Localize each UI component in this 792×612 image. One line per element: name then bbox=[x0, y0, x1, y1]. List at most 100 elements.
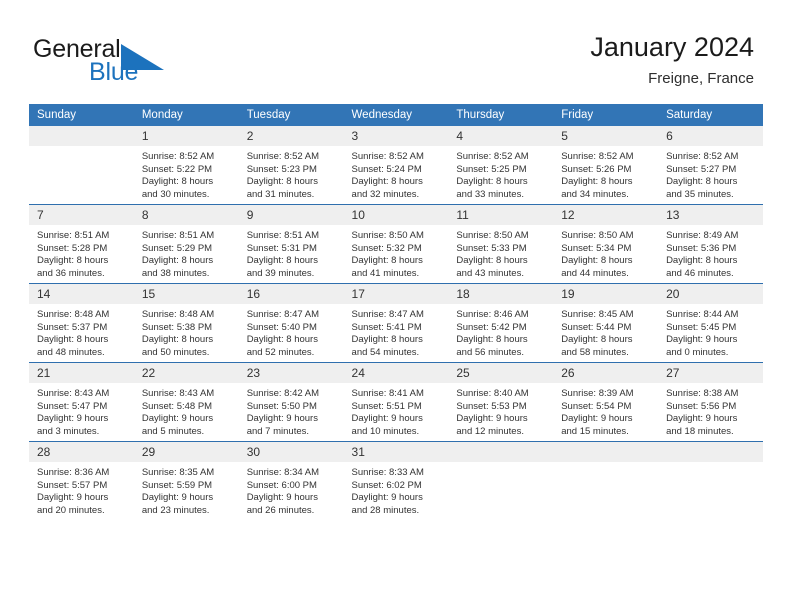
day-number: 14 bbox=[29, 284, 134, 304]
day-cell[interactable] bbox=[553, 441, 659, 520]
sunrise-text: Sunrise: 8:33 AM bbox=[351, 467, 424, 478]
daylight-text-line1: Daylight: 8 hours bbox=[561, 255, 633, 267]
day-cell[interactable]: 29 Sunrise: 8:35 AM Sunset: 5:59 PM Dayl… bbox=[133, 441, 239, 520]
sunset-text: Sunset: 6:02 PM bbox=[351, 479, 422, 491]
weekday-header-saturday: Saturday bbox=[658, 104, 763, 126]
day-cell[interactable]: 11 Sunrise: 8:50 AM Sunset: 5:33 PM Dayl… bbox=[448, 204, 554, 284]
day-cell[interactable]: 6 Sunrise: 8:52 AM Sunset: 5:27 PM Dayli… bbox=[658, 126, 763, 205]
day-cell[interactable]: 4 Sunrise: 8:52 AM Sunset: 5:25 PM Dayli… bbox=[448, 126, 554, 205]
day-cell[interactable]: 14 Sunrise: 8:48 AM Sunset: 5:37 PM Dayl… bbox=[29, 283, 134, 363]
day-cell[interactable] bbox=[448, 441, 554, 520]
daylight-text-line2: and 20 minutes. bbox=[37, 504, 105, 516]
sunset-text: Sunset: 5:26 PM bbox=[561, 163, 632, 175]
day-info: Sunrise: 8:52 AM Sunset: 5:27 PM Dayligh… bbox=[658, 146, 763, 204]
day-number bbox=[658, 442, 763, 462]
sunset-text: Sunset: 5:27 PM bbox=[666, 163, 737, 175]
day-number: 31 bbox=[343, 442, 449, 462]
daylight-text-line2: and 39 minutes. bbox=[246, 267, 315, 279]
sunset-text: Sunset: 5:22 PM bbox=[141, 163, 213, 175]
daylight-text-line2: and 54 minutes. bbox=[351, 346, 420, 358]
day-cell[interactable]: 23 Sunrise: 8:42 AM Sunset: 5:50 PM Dayl… bbox=[238, 362, 344, 442]
sunrise-text: Sunrise: 8:51 AM bbox=[37, 230, 110, 241]
day-cell[interactable] bbox=[29, 126, 134, 205]
day-cell[interactable]: 26 Sunrise: 8:39 AM Sunset: 5:54 PM Dayl… bbox=[553, 362, 659, 442]
sunset-text: Sunset: 5:37 PM bbox=[37, 321, 108, 333]
day-number: 6 bbox=[658, 126, 763, 146]
sunset-text: Sunset: 5:41 PM bbox=[351, 321, 422, 333]
day-cell[interactable]: 28 Sunrise: 8:36 AM Sunset: 5:57 PM Dayl… bbox=[29, 441, 134, 520]
sunrise-text: Sunrise: 8:39 AM bbox=[561, 388, 634, 399]
daylight-text-line2: and 38 minutes. bbox=[141, 267, 210, 279]
day-cell[interactable]: 5 Sunrise: 8:52 AM Sunset: 5:26 PM Dayli… bbox=[553, 126, 659, 205]
day-info: Sunrise: 8:48 AM Sunset: 5:38 PM Dayligh… bbox=[134, 304, 239, 362]
brand-logo[interactable]: General Blue bbox=[33, 35, 233, 91]
day-cell[interactable]: 13 Sunrise: 8:49 AM Sunset: 5:36 PM Dayl… bbox=[658, 204, 763, 284]
sunrise-text: Sunrise: 8:36 AM bbox=[37, 467, 110, 478]
day-cell[interactable]: 2 Sunrise: 8:52 AM Sunset: 5:23 PM Dayli… bbox=[238, 126, 344, 205]
day-cell[interactable]: 9 Sunrise: 8:51 AM Sunset: 5:31 PM Dayli… bbox=[238, 204, 344, 284]
sunrise-text: Sunrise: 8:47 AM bbox=[246, 309, 320, 320]
daylight-text-line1: Daylight: 8 hours bbox=[351, 334, 423, 346]
day-info: Sunrise: 8:51 AM Sunset: 5:28 PM Dayligh… bbox=[29, 225, 134, 283]
sunset-text: Sunset: 5:38 PM bbox=[141, 321, 213, 333]
sunrise-text: Sunrise: 8:43 AM bbox=[37, 388, 110, 399]
daylight-text-line2: and 58 minutes. bbox=[561, 346, 629, 358]
day-info: Sunrise: 8:50 AM Sunset: 5:34 PM Dayligh… bbox=[553, 225, 658, 283]
day-cell[interactable]: 31 Sunrise: 8:33 AM Sunset: 6:02 PM Dayl… bbox=[343, 441, 449, 520]
day-number: 29 bbox=[133, 442, 239, 462]
daylight-text-line2: and 23 minutes. bbox=[141, 504, 210, 516]
day-cell[interactable] bbox=[658, 441, 763, 520]
daylight-text-line2: and 35 minutes. bbox=[666, 188, 734, 200]
day-info: Sunrise: 8:52 AM Sunset: 5:24 PM Dayligh… bbox=[344, 146, 449, 204]
sunset-text: Sunset: 5:25 PM bbox=[456, 163, 527, 175]
daylight-text-line2: and 12 minutes. bbox=[456, 425, 524, 437]
day-cell[interactable]: 1 Sunrise: 8:52 AM Sunset: 5:22 PM Dayli… bbox=[133, 126, 239, 205]
daylight-text-line2: and 28 minutes. bbox=[351, 504, 420, 516]
day-cell[interactable]: 8 Sunrise: 8:51 AM Sunset: 5:29 PM Dayli… bbox=[133, 204, 239, 284]
day-info: Sunrise: 8:38 AM Sunset: 5:56 PM Dayligh… bbox=[658, 383, 763, 441]
day-number: 21 bbox=[29, 363, 134, 383]
daylight-text-line1: Daylight: 8 hours bbox=[141, 176, 214, 188]
day-cell[interactable]: 22 Sunrise: 8:43 AM Sunset: 5:48 PM Dayl… bbox=[133, 362, 239, 442]
daylight-text-line2: and 15 minutes. bbox=[561, 425, 629, 437]
daylight-text-line2: and 3 minutes. bbox=[37, 425, 100, 437]
sunset-text: Sunset: 5:47 PM bbox=[37, 400, 108, 412]
day-cell[interactable]: 30 Sunrise: 8:34 AM Sunset: 6:00 PM Dayl… bbox=[238, 441, 344, 520]
daylight-text-line1: Daylight: 8 hours bbox=[246, 255, 318, 267]
sunrise-text: Sunrise: 8:43 AM bbox=[141, 388, 215, 399]
day-cell[interactable]: 18 Sunrise: 8:46 AM Sunset: 5:42 PM Dayl… bbox=[448, 283, 554, 363]
sunrise-text: Sunrise: 8:41 AM bbox=[351, 388, 424, 399]
day-cell[interactable]: 7 Sunrise: 8:51 AM Sunset: 5:28 PM Dayli… bbox=[29, 204, 134, 284]
sunset-text: Sunset: 5:33 PM bbox=[456, 242, 527, 254]
sunrise-text: Sunrise: 8:45 AM bbox=[561, 309, 634, 320]
day-info: Sunrise: 8:47 AM Sunset: 5:41 PM Dayligh… bbox=[344, 304, 449, 362]
daylight-text-line1: Daylight: 9 hours bbox=[246, 413, 318, 425]
day-cell[interactable]: 27 Sunrise: 8:38 AM Sunset: 5:56 PM Dayl… bbox=[658, 362, 763, 442]
daylight-text-line2: and 26 minutes. bbox=[246, 504, 315, 516]
calendar-header-row: Sunday Monday Tuesday Wednesday Thursday… bbox=[29, 104, 763, 126]
sunrise-text: Sunrise: 8:52 AM bbox=[246, 151, 320, 162]
day-cell[interactable]: 10 Sunrise: 8:50 AM Sunset: 5:32 PM Dayl… bbox=[343, 204, 449, 284]
day-cell[interactable]: 12 Sunrise: 8:50 AM Sunset: 5:34 PM Dayl… bbox=[553, 204, 659, 284]
day-cell[interactable]: 25 Sunrise: 8:40 AM Sunset: 5:53 PM Dayl… bbox=[448, 362, 554, 442]
daylight-text-line2: and 18 minutes. bbox=[666, 425, 734, 437]
day-cell[interactable]: 24 Sunrise: 8:41 AM Sunset: 5:51 PM Dayl… bbox=[343, 362, 449, 442]
day-info: Sunrise: 8:44 AM Sunset: 5:45 PM Dayligh… bbox=[658, 304, 763, 362]
day-cell[interactable]: 17 Sunrise: 8:47 AM Sunset: 5:41 PM Dayl… bbox=[343, 283, 449, 363]
day-number: 3 bbox=[343, 126, 449, 146]
sunrise-text: Sunrise: 8:49 AM bbox=[666, 230, 739, 241]
day-number: 16 bbox=[238, 284, 344, 304]
daylight-text-line2: and 30 minutes. bbox=[141, 188, 210, 200]
daylight-text-line1: Daylight: 9 hours bbox=[37, 413, 109, 425]
day-cell[interactable]: 15 Sunrise: 8:48 AM Sunset: 5:38 PM Dayl… bbox=[133, 283, 239, 363]
location-subtitle: Freigne, France bbox=[648, 70, 754, 87]
day-cell[interactable]: 16 Sunrise: 8:47 AM Sunset: 5:40 PM Dayl… bbox=[238, 283, 344, 363]
daylight-text-line1: Daylight: 8 hours bbox=[456, 176, 528, 188]
day-cell[interactable]: 21 Sunrise: 8:43 AM Sunset: 5:47 PM Dayl… bbox=[29, 362, 134, 442]
day-cell[interactable]: 3 Sunrise: 8:52 AM Sunset: 5:24 PM Dayli… bbox=[343, 126, 449, 205]
day-cell[interactable]: 19 Sunrise: 8:45 AM Sunset: 5:44 PM Dayl… bbox=[553, 283, 659, 363]
day-info: Sunrise: 8:43 AM Sunset: 5:47 PM Dayligh… bbox=[29, 383, 134, 441]
sunrise-text: Sunrise: 8:48 AM bbox=[141, 309, 215, 320]
day-cell[interactable]: 20 Sunrise: 8:44 AM Sunset: 5:45 PM Dayl… bbox=[658, 283, 763, 363]
weekday-header-monday: Monday bbox=[133, 104, 239, 126]
